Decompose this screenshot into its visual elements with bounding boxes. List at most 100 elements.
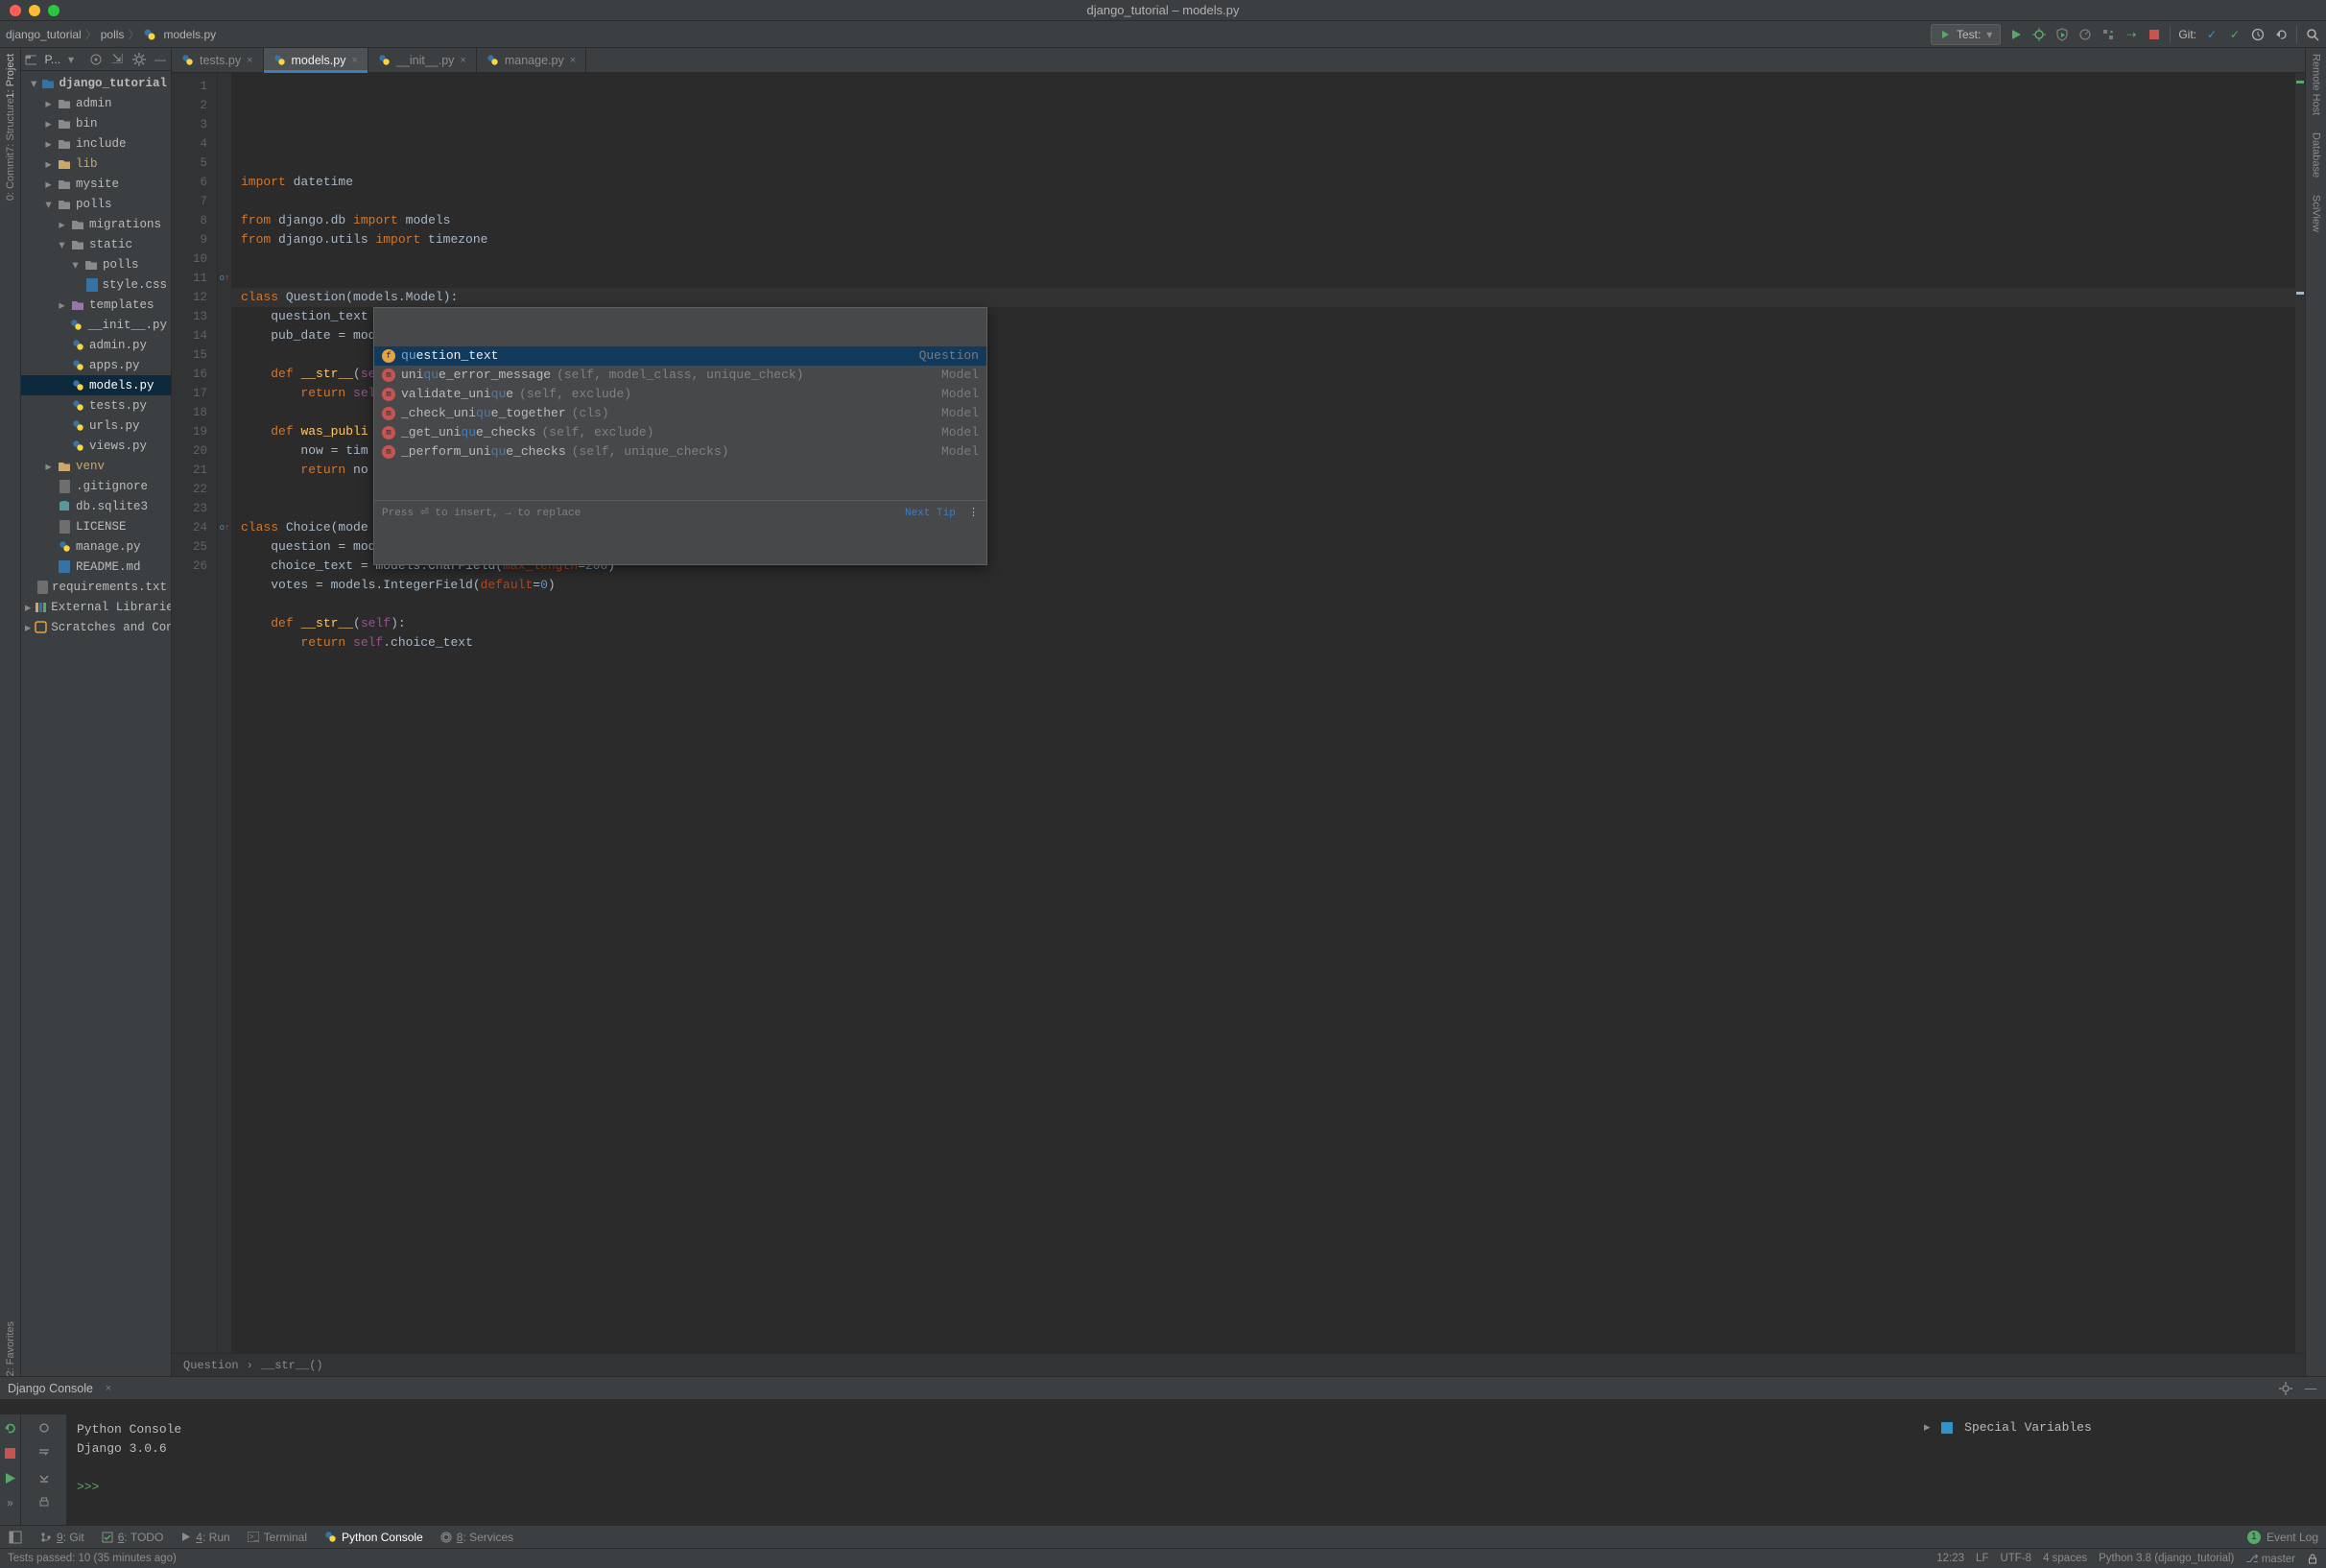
run-button-icon[interactable] xyxy=(2008,27,2024,42)
tree-row[interactable]: __init__.py xyxy=(21,315,171,335)
close-icon[interactable]: × xyxy=(101,1381,116,1396)
chevron-right-icon[interactable]: ▸ xyxy=(1924,1420,1931,1435)
hide-panel-icon[interactable]: — xyxy=(154,52,167,67)
tree-row[interactable]: ▸External Libraries xyxy=(21,597,171,617)
tree-row[interactable]: db.sqlite3 xyxy=(21,496,171,516)
stripe-2-favorites[interactable]: 2: Favorites xyxy=(5,1321,16,1376)
console-variables[interactable]: ▸ Special Variables xyxy=(1913,1414,2326,1525)
stripe-7-structure[interactable]: 7: Structure xyxy=(5,98,16,153)
autocomplete-item[interactable]: mvalidate_unique(self, exclude)Model xyxy=(374,385,986,404)
tree-row[interactable]: ▸mysite xyxy=(21,174,171,194)
tree-arrow-icon[interactable]: ▸ xyxy=(44,136,53,152)
tree-row[interactable]: .gitignore xyxy=(21,476,171,496)
toolwindow--git[interactable]: 9: Git xyxy=(40,1531,84,1544)
breadcrumb-root[interactable]: django_tutorial xyxy=(6,28,82,41)
execute-icon[interactable] xyxy=(3,1470,18,1485)
tree-row[interactable]: ▾django_tutorial xyxy=(21,73,171,93)
git-branch[interactable]: ⎇ master xyxy=(2245,1552,2295,1565)
tree-row[interactable]: README.md xyxy=(21,557,171,577)
coverage-button-icon[interactable] xyxy=(2054,27,2070,42)
breadcrumb-file[interactable]: models.py xyxy=(163,28,216,41)
rerun-icon[interactable] xyxy=(3,1420,18,1436)
tree-row[interactable]: views.py xyxy=(21,436,171,456)
tree-arrow-icon[interactable]: ▸ xyxy=(44,96,53,111)
soft-wrap-icon[interactable] xyxy=(36,1445,52,1461)
stripe-remote-host[interactable]: Remote Host xyxy=(2311,54,2322,115)
attach-debugger-icon[interactable] xyxy=(36,1420,52,1436)
vcs-commit-icon[interactable]: ✓ xyxy=(2227,27,2243,42)
tree-arrow-icon[interactable]: ▸ xyxy=(58,217,66,232)
toolwindow-menu-icon[interactable] xyxy=(8,1530,23,1545)
project-header-label[interactable]: P... xyxy=(44,53,59,66)
tree-row[interactable]: ▾static xyxy=(21,234,171,254)
concurrency-button-icon[interactable] xyxy=(2101,27,2116,42)
tree-row[interactable]: models.py xyxy=(21,375,171,395)
autocomplete-item[interactable]: munique_error_message(self, model_class,… xyxy=(374,366,986,385)
interpreter[interactable]: Python 3.8 (django_tutorial) xyxy=(2099,1553,2234,1564)
gear-icon[interactable] xyxy=(131,52,145,67)
expand-all-icon[interactable]: ⇲ xyxy=(110,52,124,67)
event-log-button[interactable]: Event Log xyxy=(2267,1531,2318,1544)
attach-icon[interactable]: ⇢ xyxy=(2124,27,2139,42)
autocomplete-item[interactable]: m_check_unique_together(cls)Model xyxy=(374,404,986,423)
stop-icon[interactable] xyxy=(3,1445,18,1461)
autocomplete-item[interactable]: m_perform_unique_checks(self, unique_che… xyxy=(374,442,986,462)
vcs-rollback-icon[interactable] xyxy=(2273,27,2289,42)
tree-arrow-icon[interactable]: ▸ xyxy=(44,116,53,131)
tree-row[interactable]: urls.py xyxy=(21,416,171,436)
tree-row[interactable]: ▾polls xyxy=(21,254,171,274)
tree-arrow-icon[interactable]: ▸ xyxy=(44,177,53,192)
tree-row[interactable]: ▸templates xyxy=(21,295,171,315)
editor-body[interactable]: 1234567891011121314151617181920212223242… xyxy=(172,73,2305,1353)
autocomplete-next-tip-link[interactable]: Next Tip xyxy=(905,508,956,519)
override-marker-icon[interactable]: o↑ xyxy=(218,518,231,537)
breadcrumb[interactable]: django_tutorial 〉 polls 〉 models.py xyxy=(6,26,216,42)
close-icon[interactable]: × xyxy=(247,55,252,66)
tree-row[interactable]: tests.py xyxy=(21,395,171,416)
tree-arrow-icon[interactable]: ▾ xyxy=(30,76,37,91)
more-icon[interactable]: » xyxy=(3,1495,18,1510)
tree-arrow-icon[interactable]: ▸ xyxy=(25,600,31,615)
close-icon[interactable]: × xyxy=(460,55,465,66)
lock-icon[interactable] xyxy=(2307,1553,2318,1564)
vcs-history-icon[interactable] xyxy=(2250,27,2266,42)
tree-arrow-icon[interactable]: ▸ xyxy=(25,620,31,635)
tree-arrow-icon[interactable]: ▾ xyxy=(44,197,53,212)
file-encoding[interactable]: UTF-8 xyxy=(2000,1553,2031,1564)
editor-tab[interactable]: tests.py× xyxy=(172,48,264,72)
scroll-to-end-icon[interactable] xyxy=(36,1470,52,1485)
event-log-count[interactable]: 1 xyxy=(2247,1531,2261,1544)
stripe-1-project[interactable]: 1: Project xyxy=(5,54,16,98)
toolwindow--services[interactable]: 8: Services xyxy=(440,1531,513,1544)
indent-setting[interactable]: 4 spaces xyxy=(2043,1553,2087,1564)
autocomplete-item[interactable]: fquestion_textQuestion xyxy=(374,346,986,366)
tree-row[interactable]: ▸include xyxy=(21,133,171,154)
toolwindow--run[interactable]: 4: Run xyxy=(180,1531,229,1544)
stripe-database[interactable]: Database xyxy=(2311,132,2322,178)
console-tab-title[interactable]: Django Console xyxy=(8,1382,93,1395)
special-variables-label[interactable]: Special Variables xyxy=(1964,1420,2092,1435)
autocomplete-item[interactable]: m_get_unique_checks(self, exclude)Model xyxy=(374,423,986,442)
stripe-0-commit[interactable]: 0: Commit xyxy=(5,153,16,201)
tree-arrow-icon[interactable]: ▾ xyxy=(58,237,66,252)
tree-row[interactable]: LICENSE xyxy=(21,516,171,536)
breadcrumb-folder[interactable]: polls xyxy=(101,28,125,41)
tree-row[interactable]: style.css xyxy=(21,274,171,295)
toolwindow-python-console[interactable]: Python Console xyxy=(324,1531,423,1544)
print-icon[interactable] xyxy=(36,1495,52,1510)
tree-arrow-icon[interactable]: ▸ xyxy=(44,459,53,474)
toolwindow--todo[interactable]: 6: TODO xyxy=(102,1531,164,1544)
line-separator[interactable]: LF xyxy=(1976,1553,1988,1564)
project-tree[interactable]: ▾django_tutorial▸admin▸bin▸include▸lib▸m… xyxy=(21,71,171,1376)
stripe-sciview[interactable]: SciView xyxy=(2311,195,2322,232)
tree-arrow-icon[interactable]: ▸ xyxy=(58,297,66,313)
tree-row[interactable]: ▸migrations xyxy=(21,214,171,234)
toolwindow-terminal[interactable]: >_Terminal xyxy=(248,1531,307,1544)
editor-breadcrumb[interactable]: Question › __str__() xyxy=(172,1353,2305,1376)
editor-breadcrumb-class[interactable]: Question xyxy=(183,1359,239,1372)
tree-row[interactable]: ▸bin xyxy=(21,113,171,133)
vcs-update-icon[interactable]: ✓ xyxy=(2204,27,2219,42)
tree-row[interactable]: ▾polls xyxy=(21,194,171,214)
search-everywhere-icon[interactable] xyxy=(2305,27,2320,42)
select-target-icon[interactable] xyxy=(89,52,103,67)
